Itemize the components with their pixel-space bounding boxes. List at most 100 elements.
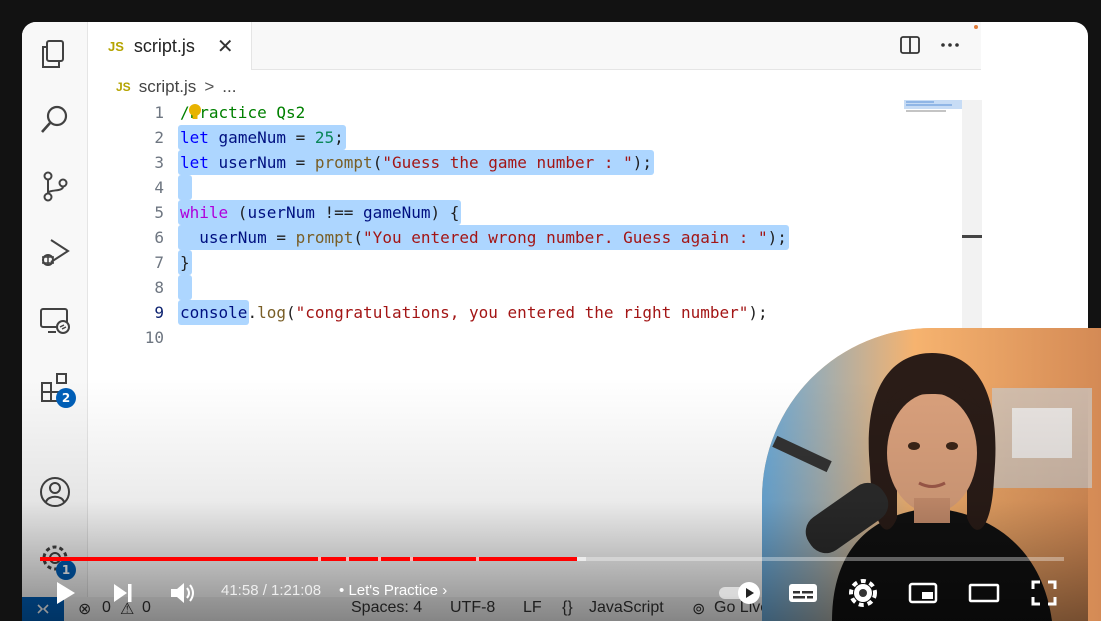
- code-line[interactable]: 6 userNum = prompt("You entered wrong nu…: [88, 225, 981, 250]
- miniplayer-icon[interactable]: [904, 576, 942, 610]
- run-debug-icon[interactable]: [35, 232, 75, 272]
- code-token: ;: [334, 128, 344, 147]
- code-text: }: [180, 250, 190, 275]
- code-text: userNum = prompt("You entered wrong numb…: [180, 225, 787, 250]
- chapter-label: Let's Practice: [348, 582, 439, 599]
- text-selection: [178, 275, 192, 300]
- time-display: 41:58 / 1:21:08: [221, 582, 322, 599]
- code-line[interactable]: 1/Practice Qs2: [88, 100, 981, 125]
- code-token: prompt: [295, 228, 354, 247]
- code-token: =: [285, 153, 315, 172]
- code-line[interactable]: 7}: [88, 250, 981, 275]
- breadcrumb[interactable]: JS script.js > ...: [116, 74, 236, 100]
- encoding-setting[interactable]: UTF-8: [450, 599, 495, 617]
- editor-tab-bar: JS script.js ✕: [88, 22, 981, 70]
- tab-script-js[interactable]: JS script.js ✕: [88, 22, 252, 70]
- line-number: 9: [154, 303, 164, 322]
- code-line[interactable]: 5 while (userNum !== gameNum) {: [88, 200, 981, 225]
- code-token: userNum: [218, 153, 286, 172]
- source-control-icon[interactable]: [35, 166, 75, 206]
- js-file-icon: JS: [108, 38, 124, 54]
- code-token: (: [285, 303, 296, 322]
- code-token: 25: [314, 128, 335, 147]
- code-token: (: [353, 228, 364, 247]
- code-token: prompt: [314, 153, 373, 172]
- line-number: 10: [144, 328, 164, 347]
- code-line[interactable]: 2 let gameNum = 25;: [88, 125, 981, 150]
- chapter-marker: [410, 557, 413, 561]
- split-editor-icon[interactable]: [899, 34, 921, 61]
- activity-bar: 2 1: [22, 22, 88, 621]
- line-number: 7: [154, 253, 164, 272]
- code-text: while (userNum !== gameNum) {: [180, 200, 459, 225]
- next-icon[interactable]: [106, 576, 140, 610]
- chapter-marker: [346, 557, 349, 561]
- minimap[interactable]: [904, 100, 962, 114]
- code-token: );: [748, 303, 768, 322]
- indentation-setting[interactable]: Spaces: 4: [351, 599, 422, 617]
- more-actions-icon[interactable]: [939, 34, 961, 61]
- code-token: );: [767, 228, 787, 247]
- broadcast-icon: ⊚: [692, 601, 706, 618]
- scrollbar-position-marker: [962, 235, 982, 238]
- tab-label: script.js: [133, 35, 195, 56]
- code-token: console: [180, 303, 248, 322]
- activity-dot: [974, 25, 978, 29]
- lightbulb-icon[interactable]: [188, 103, 202, 121]
- play-icon[interactable]: [48, 576, 82, 610]
- line-number: 1: [154, 103, 164, 122]
- chapter-marker: [318, 557, 321, 561]
- code-token: let: [180, 128, 209, 147]
- fullscreen-icon[interactable]: [1026, 576, 1062, 610]
- code-line[interactable]: 8: [88, 275, 981, 300]
- code-line[interactable]: 10: [88, 325, 981, 350]
- code-token: !==: [314, 203, 364, 222]
- volume-icon[interactable]: [166, 576, 200, 610]
- code-token: userNum: [247, 203, 315, 222]
- code-text: console.log("congratulations, you entere…: [180, 300, 768, 325]
- chapter-separator: •: [339, 582, 345, 599]
- autoplay-toggle-icon[interactable]: [716, 578, 764, 608]
- code-text: let gameNum = 25;: [180, 125, 344, 150]
- line-number: 3: [154, 153, 164, 172]
- line-number: 4: [154, 178, 164, 197]
- chapter-title[interactable]: • Let's Practice ›: [339, 582, 447, 599]
- code-token: let: [180, 153, 209, 172]
- line-number: 5: [154, 203, 164, 222]
- line-number: 8: [154, 278, 164, 297]
- breadcrumb-more[interactable]: ...: [222, 77, 236, 97]
- code-line[interactable]: 3 let userNum = prompt("Guess the game nu…: [88, 150, 981, 175]
- code-token: .: [247, 303, 258, 322]
- warnings-count[interactable]: 0: [142, 599, 151, 617]
- chevron-right-icon: >: [204, 77, 215, 96]
- remote-explorer-icon[interactable]: [35, 300, 75, 340]
- chapter-marker: [378, 557, 381, 561]
- code-token: Practice Qs2: [189, 103, 306, 122]
- video-player[interactable]: 2 1 JS script.js ✕ JS script.js > ... 1 …: [0, 0, 1101, 621]
- code-token: "You entered wrong number. Guess again :…: [363, 228, 768, 247]
- code-token: "congratulations, you entered the right …: [295, 303, 749, 322]
- theater-icon[interactable]: [964, 576, 1004, 610]
- breadcrumb-file[interactable]: script.js: [139, 77, 197, 97]
- code-token: while: [180, 203, 229, 222]
- language-mode[interactable]: JavaScript: [589, 599, 664, 617]
- close-icon[interactable]: ✕: [217, 34, 234, 59]
- subtitles-icon[interactable]: [784, 576, 822, 610]
- explorer-icon[interactable]: [35, 34, 75, 74]
- chevron-right-icon: ›: [442, 582, 448, 599]
- code-token: (: [228, 203, 248, 222]
- account-icon[interactable]: [35, 472, 75, 512]
- code-line[interactable]: 4: [88, 175, 981, 200]
- eol-setting[interactable]: LF: [523, 599, 542, 617]
- code-token: userNum: [199, 228, 267, 247]
- code-token: log: [257, 303, 286, 322]
- code-token: (: [372, 153, 383, 172]
- code-token: "Guess the game number : ": [382, 153, 633, 172]
- code-line[interactable]: 9 console.log("congratulations, you enter…: [88, 300, 981, 325]
- code-token: gameNum: [363, 203, 431, 222]
- settings-icon[interactable]: [845, 576, 881, 610]
- search-icon[interactable]: [35, 100, 75, 140]
- line-number: 2: [154, 128, 164, 147]
